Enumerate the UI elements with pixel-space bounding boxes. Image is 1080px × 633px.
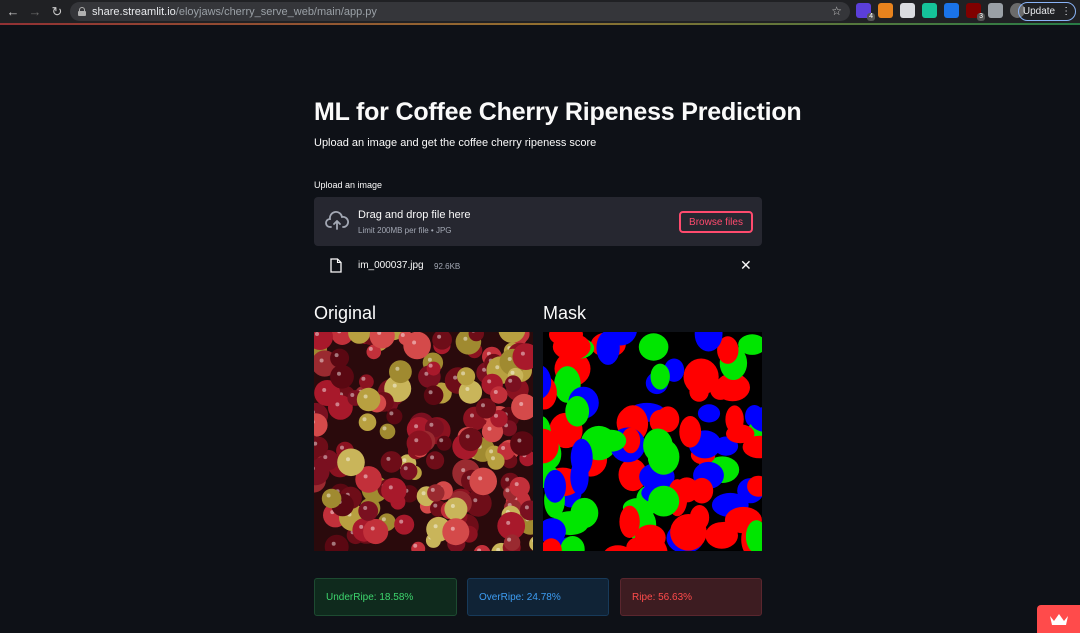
underripe-metric: UnderRipe: 18.58% bbox=[314, 578, 457, 616]
reload-icon[interactable]: ↻ bbox=[48, 3, 66, 21]
url-host: share.streamlit.io bbox=[92, 5, 176, 18]
file-name: im_000037.jpg bbox=[358, 260, 424, 271]
streamlit-decoration-strip bbox=[0, 23, 1080, 25]
back-icon[interactable]: ← bbox=[4, 3, 22, 21]
address-bar[interactable]: share.streamlit.io/eloyjaws/cherry_serve… bbox=[70, 2, 850, 21]
grammarly-icon[interactable] bbox=[922, 3, 937, 18]
overripe-metric: OverRipe: 24.78% bbox=[467, 578, 609, 616]
ublock-icon[interactable]: 3 bbox=[966, 3, 985, 21]
uploaded-file-row: im_000037.jpg 92.6KB ✕ bbox=[314, 255, 762, 277]
mask-image bbox=[543, 332, 762, 551]
bookmark-star-icon[interactable]: ☆ bbox=[831, 4, 842, 18]
document-icon[interactable] bbox=[900, 3, 915, 18]
remove-file-icon[interactable]: ✕ bbox=[740, 257, 752, 274]
crown-icon bbox=[1049, 613, 1068, 625]
metamask-icon[interactable] bbox=[878, 3, 893, 18]
update-label: Update bbox=[1022, 6, 1056, 17]
update-button[interactable]: Update ⋮ bbox=[1018, 2, 1076, 21]
kebab-menu-icon[interactable]: ⋮ bbox=[1061, 6, 1071, 17]
file-icon bbox=[330, 258, 342, 273]
browser-toolbar: ← → ↻ share.streamlit.io/eloyjaws/cherry… bbox=[0, 0, 1080, 23]
dropzone-limit: Limit 200MB per file • JPG bbox=[358, 226, 452, 235]
page-title: ML for Coffee Cherry Ripeness Prediction bbox=[314, 98, 802, 126]
lock-icon bbox=[78, 7, 86, 16]
upload-label: Upload an image bbox=[314, 180, 383, 190]
extensions-bar: 43 bbox=[856, 3, 1025, 21]
file-size: 92.6KB bbox=[434, 262, 461, 271]
url-text: share.streamlit.io/eloyjaws/cherry_serve… bbox=[92, 6, 377, 18]
mask-heading: Mask bbox=[543, 303, 587, 323]
original-heading: Original bbox=[314, 303, 377, 323]
cloud-upload-icon bbox=[325, 211, 349, 230]
ext-1-icon[interactable]: 4 bbox=[856, 3, 875, 21]
forward-icon[interactable]: → bbox=[26, 3, 44, 21]
tag-icon[interactable] bbox=[944, 3, 959, 18]
streamlit-crown-button[interactable] bbox=[1037, 605, 1080, 633]
dropzone-title: Drag and drop file here bbox=[358, 209, 471, 221]
file-dropzone[interactable]: Drag and drop file here Limit 200MB per … bbox=[314, 197, 762, 246]
page-subtitle: Upload an image and get the coffee cherr… bbox=[314, 137, 597, 149]
ripe-metric: Ripe: 56.63% bbox=[620, 578, 762, 616]
browse-files-button[interactable]: Browse files bbox=[679, 211, 753, 233]
original-image bbox=[314, 332, 533, 551]
puzzle-icon[interactable] bbox=[988, 3, 1003, 18]
url-path: /eloyjaws/cherry_serve_web/main/app.py bbox=[175, 5, 377, 18]
